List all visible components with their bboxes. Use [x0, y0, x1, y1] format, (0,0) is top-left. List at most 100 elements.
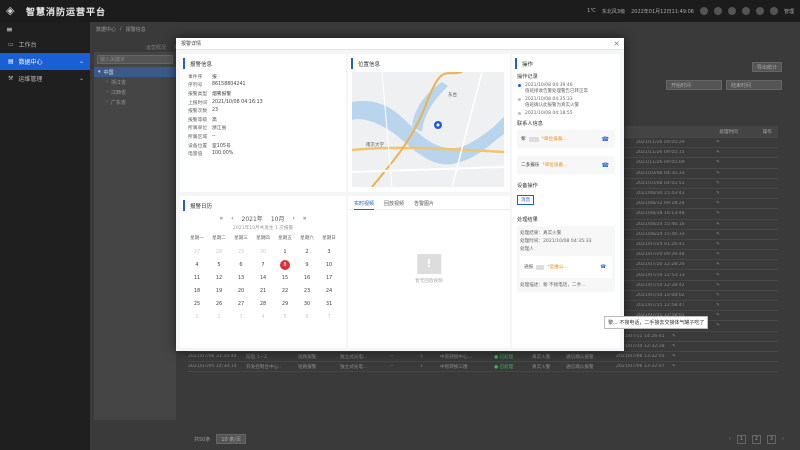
- calendar-day[interactable]: 2: [208, 311, 230, 322]
- edit-icon[interactable]: ✎: [716, 313, 736, 318]
- start-time-input[interactable]: 开始时间: [666, 80, 722, 90]
- end-time-input[interactable]: 结束时间: [726, 80, 782, 90]
- prev-year-icon[interactable]: «: [219, 215, 223, 222]
- calendar-day[interactable]: 9: [296, 259, 318, 270]
- calendar-day[interactable]: 4: [252, 311, 274, 322]
- calendar-day[interactable]: 31: [318, 298, 340, 309]
- edit-icon[interactable]: ✎: [716, 283, 736, 288]
- table-row[interactable]: 2021/07/05 14:34:14 开发控制台中心.. 短路报警 独立式光电...…: [188, 362, 778, 373]
- edit-icon[interactable]: ✎: [716, 191, 736, 196]
- edit-icon[interactable]: ✎: [716, 273, 736, 278]
- fullscreen-icon[interactable]: [741, 7, 750, 15]
- sidebar-item-workbench[interactable]: ▭ 工作台: [0, 36, 90, 53]
- calendar-day[interactable]: 1: [274, 246, 296, 257]
- avatar[interactable]: [769, 7, 778, 15]
- edit-icon[interactable]: ✎: [716, 262, 736, 267]
- location-map[interactable]: 南京大学 东台: [352, 72, 504, 187]
- calendar-day[interactable]: 10: [318, 259, 340, 270]
- prev-month-icon[interactable]: ‹: [231, 215, 233, 222]
- tab-playback-video[interactable]: 回放视频: [384, 200, 404, 207]
- edit-icon[interactable]: ✎: [716, 232, 736, 237]
- edit-icon[interactable]: ✎: [716, 303, 736, 308]
- edit-icon[interactable]: ✎: [716, 252, 736, 257]
- calendar-day[interactable]: 22: [274, 285, 296, 296]
- sidebar-item-data-center[interactable]: ▤ 数据中心 ⌄: [0, 53, 90, 70]
- page-1[interactable]: 1: [737, 434, 746, 444]
- close-icon[interactable]: ×: [613, 39, 620, 48]
- edit-icon[interactable]: ✎: [672, 364, 692, 369]
- edit-icon[interactable]: ✎: [716, 222, 736, 227]
- calendar-day[interactable]: 5: [274, 311, 296, 322]
- lock-icon[interactable]: [755, 7, 764, 15]
- edit-icon[interactable]: ✎: [672, 334, 692, 339]
- calendar-day[interactable]: 12: [208, 272, 230, 283]
- calendar-day[interactable]: 14: [252, 272, 274, 283]
- calendar-day[interactable]: 3: [230, 311, 252, 322]
- calendar-day[interactable]: 29: [274, 298, 296, 309]
- edit-icon[interactable]: ✎: [716, 150, 736, 155]
- calendar-day[interactable]: 2: [296, 246, 318, 257]
- tab-alarm-images[interactable]: 告警图片: [414, 200, 434, 207]
- edit-icon[interactable]: ✎: [716, 171, 736, 176]
- calendar-day[interactable]: 26: [208, 298, 230, 309]
- calendar-day[interactable]: 7: [318, 311, 340, 322]
- calendar-day[interactable]: 11: [186, 272, 208, 283]
- export-button[interactable]: 导出统计: [751, 62, 782, 72]
- bell-icon[interactable]: [727, 7, 736, 15]
- calendar-day[interactable]: 27: [230, 298, 252, 309]
- next-year-icon[interactable]: »: [303, 215, 307, 222]
- edit-icon[interactable]: ✎: [716, 211, 736, 216]
- calendar-day[interactable]: 25: [186, 298, 208, 309]
- calendar-day[interactable]: 28: [252, 298, 274, 309]
- page-3[interactable]: 3: [767, 434, 776, 444]
- edit-icon[interactable]: ✎: [716, 323, 736, 328]
- calendar-day[interactable]: 1: [186, 311, 208, 322]
- page-2[interactable]: 2: [752, 434, 761, 444]
- edit-icon[interactable]: ✎: [716, 242, 736, 247]
- calendar-day[interactable]: 17: [318, 272, 340, 283]
- edit-icon[interactable]: ✎: [716, 140, 736, 145]
- tree-node[interactable]: ▾ 中国: [94, 67, 176, 77]
- calendar-day[interactable]: 30: [252, 246, 274, 257]
- calendar-day[interactable]: 6: [296, 311, 318, 322]
- tree-node[interactable]: › 浙江省: [94, 77, 176, 87]
- edit-icon[interactable]: ✎: [716, 201, 736, 206]
- edit-icon[interactable]: ✎: [716, 160, 736, 165]
- phone-icon[interactable]: ☎: [602, 162, 609, 169]
- edit-icon[interactable]: ✎: [716, 293, 736, 298]
- tab-live-video[interactable]: 实时视频: [354, 198, 375, 210]
- tree-node[interactable]: › 江西省: [94, 87, 176, 97]
- prev-page-icon[interactable]: ‹: [729, 436, 731, 442]
- calendar-day[interactable]: 6: [230, 259, 252, 270]
- mute-button[interactable]: 消音: [517, 195, 535, 205]
- menu-toggle-icon[interactable]: ≡: [0, 22, 90, 36]
- calendar-day[interactable]: 7: [252, 259, 274, 270]
- tab-overview[interactable]: 运营概况: [146, 44, 166, 51]
- calendar-day[interactable]: 21: [252, 285, 274, 296]
- edit-icon[interactable]: ✎: [672, 354, 692, 359]
- table-row[interactable]: 2021/07/06 31:35:44 前后 1—2 短路报警 独立式光电... -- 1…: [188, 352, 778, 363]
- user-name[interactable]: 管理: [784, 8, 794, 15]
- calendar-day[interactable]: 4: [186, 259, 208, 270]
- user-icon[interactable]: [699, 7, 708, 15]
- next-page-icon[interactable]: ›: [782, 436, 784, 442]
- calendar-day[interactable]: 18: [186, 285, 208, 296]
- calendar-day[interactable]: 13: [230, 272, 252, 283]
- calendar-day[interactable]: 29: [230, 246, 252, 257]
- phone-icon[interactable]: ☎: [602, 136, 609, 143]
- calendar-day[interactable]: 3: [318, 246, 340, 257]
- calendar-day[interactable]: 16: [296, 272, 318, 283]
- calendar-day[interactable]: 27: [186, 246, 208, 257]
- next-month-icon[interactable]: ›: [292, 215, 294, 222]
- edit-icon[interactable]: ✎: [716, 181, 736, 186]
- calendar-day[interactable]: 23: [296, 285, 318, 296]
- phone-icon[interactable]: ☎: [600, 265, 606, 270]
- sidebar-item-ops[interactable]: ⚒ 运维管理 ⌄: [0, 70, 90, 87]
- edit-icon[interactable]: ✎: [672, 344, 692, 349]
- calendar-day[interactable]: 8: [274, 259, 296, 270]
- calendar-day[interactable]: 30: [296, 298, 318, 309]
- tree-search-input[interactable]: 输入关键字: [97, 55, 173, 64]
- calendar-day[interactable]: 24: [318, 285, 340, 296]
- calendar-day[interactable]: 20: [230, 285, 252, 296]
- calendar-day[interactable]: 15: [274, 272, 296, 283]
